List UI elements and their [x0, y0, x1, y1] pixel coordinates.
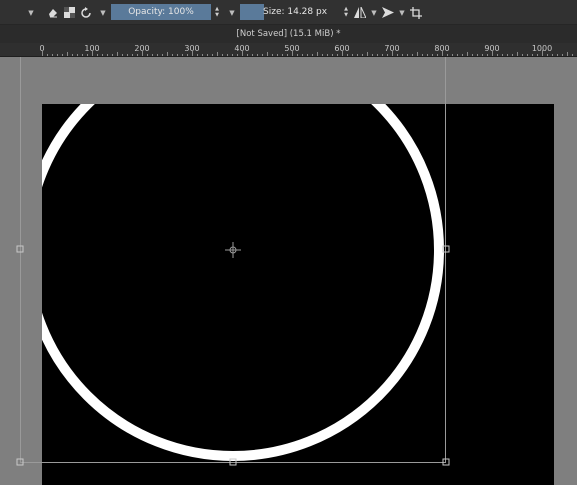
rotation-center-icon[interactable]: [225, 242, 241, 258]
transform-overlay: [16, 57, 450, 466]
